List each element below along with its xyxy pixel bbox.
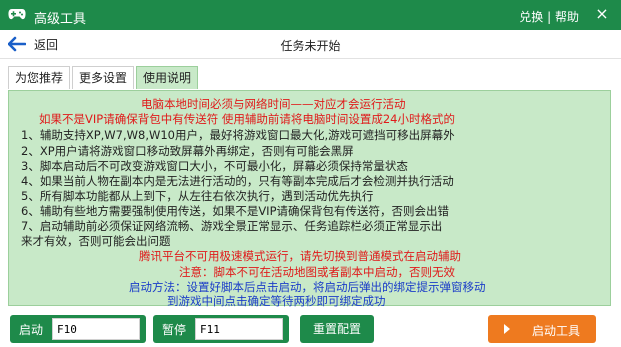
instruction-heading-1: 电脑本地时间必须与网络时间——对应才会运行活动 <box>141 97 406 111</box>
start-method-2: 到游戏中间点击确定等待两秒即可绑定成功 <box>167 294 386 308</box>
start-hotkey-input[interactable] <box>52 318 140 340</box>
instructions-panel: 电脑本地时间必须与网络时间——对应才会运行活动 如果不是VIP请确保背包中有传送… <box>8 90 611 308</box>
warning-tencent: 腾讯平台不可用极速模式运行，请先切换到普通模式在启动辅助 <box>139 249 461 263</box>
reset-config-button[interactable]: 重置配置 <box>300 315 374 343</box>
tab-recommend[interactable]: 为您推荐 <box>8 66 71 89</box>
instruction-item: 7、启动辅助前必须保证网络流畅、游戏全景正常显示、任务追踪栏必须正常显示出 <box>21 219 443 233</box>
gamepad-icon <box>8 9 26 20</box>
warning-notice: 注意：脚本不可在活动地图或者副本中启动，否则无效 <box>179 265 455 279</box>
bottom-bar: 启动 暂停 重置配置 启动工具 <box>0 312 621 347</box>
launch-tool-label: 启动工具 <box>532 324 581 338</box>
start-group: 启动 <box>10 315 146 343</box>
instruction-item: 6、辅助有些地方需要强制使用传送，如果不是VIP请确保背包有传送符，否则会出错 <box>21 204 450 218</box>
task-status: 任务未开始 <box>280 39 341 53</box>
pause-hotkey-input[interactable] <box>195 318 283 340</box>
instruction-item: 4、如果当前人物在副本内是无法进行活动的，只有等副本完成后才会检测并执行活动 <box>21 174 454 188</box>
window-title: 高级工具 <box>34 12 87 27</box>
link-separator: | <box>547 10 552 24</box>
instruction-item: 5、所有脚本功能都从上到下，从左往右依次执行，遇到活动优先执行 <box>21 189 374 203</box>
title-links: 兑换 | 帮助 <box>519 8 579 25</box>
switch-link[interactable]: 兑换 <box>519 10 543 24</box>
play-icon <box>504 324 510 334</box>
back-arrow-icon <box>8 36 26 52</box>
instruction-item: 1、辅助支持XP,W7,W8,W10用户，最好将游戏窗口最大化,游戏可遮挡可移出… <box>21 128 455 142</box>
help-link[interactable]: 帮助 <box>555 10 579 24</box>
instruction-item: 来才有效，否则可能会出问题 <box>21 234 171 248</box>
pause-group: 暂停 <box>153 315 289 343</box>
title-bar: 高级工具 兑换 | 帮助 × <box>0 0 621 30</box>
back-label: 返回 <box>34 37 59 52</box>
tab-instructions[interactable]: 使用说明 <box>136 66 199 89</box>
instruction-item: 2、XP用户请将游戏窗口移动致屏幕外再绑定，否则有可能会黑屏 <box>21 144 354 158</box>
tab-bar: 为您推荐 更多设置 使用说明 <box>8 66 200 90</box>
pause-button[interactable]: 暂停 <box>153 321 195 338</box>
tab-more-settings[interactable]: 更多设置 <box>72 66 135 89</box>
close-icon[interactable]: × <box>593 5 611 23</box>
start-button[interactable]: 启动 <box>10 321 52 338</box>
instruction-heading-2: 如果不是VIP请确保背包中有传送符 使用辅助前请将电脑时间设置成24小时格式的 <box>39 112 455 126</box>
toolbar: 返回 任务未开始 <box>0 30 621 59</box>
back-button[interactable]: 返回 <box>8 35 58 53</box>
instruction-item: 3、脚本启动后不可改变游戏窗口大小，不可最小化，屏幕必须保持常量状态 <box>21 159 408 173</box>
launch-tool-button[interactable]: 启动工具 <box>488 315 596 343</box>
